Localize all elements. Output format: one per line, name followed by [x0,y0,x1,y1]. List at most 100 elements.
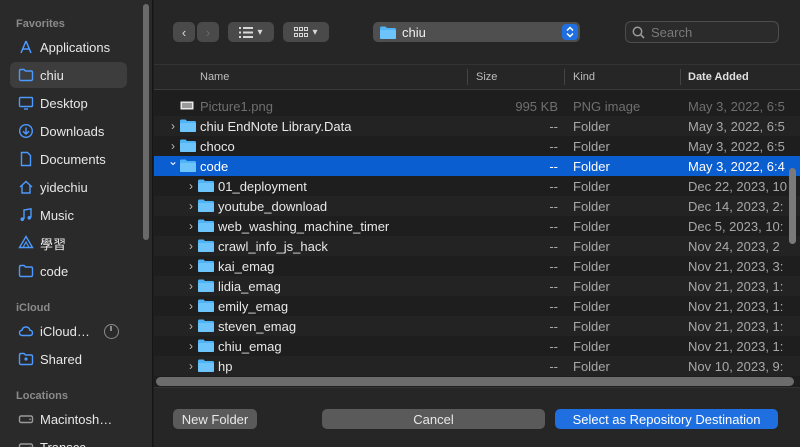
sidebar-item[interactable]: Documents [10,146,127,172]
folder-icon [198,339,214,352]
updown-chevron-icon [562,24,578,40]
file-size: -- [549,258,558,274]
disclosure-collapsed-icon[interactable]: › [185,179,197,193]
file-date-added: May 3, 2022, 6:5 [688,138,785,154]
folder-icon [198,359,214,372]
file-kind: PNG image [573,98,641,114]
column-separator[interactable] [564,69,565,85]
search-placeholder: Search [651,24,693,40]
sidebar-item-label: yidechiu [40,179,88,195]
file-row[interactable]: › 01_deployment -- Folder Dec 22, 2023, 10 [154,176,800,196]
sidebar-item[interactable]: yidechiu [10,174,127,200]
sidebar-item[interactable]: Transcc… [10,434,127,447]
folder-icon [198,299,214,312]
file-list[interactable]: Picture1.png 995 KB PNG image May 3, 2022, … [154,90,800,376]
file-date-added: May 3, 2022, 6:4 [688,158,785,174]
disclosure-collapsed-icon[interactable]: › [185,219,197,233]
list-horizontal-scrollbar[interactable] [156,377,794,386]
file-row[interactable]: › steven_emag -- Folder Nov 21, 2023, 1: [154,316,800,336]
file-row[interactable]: › chiu EndNote Library.Data -- Folder May 3,… [154,116,800,136]
file-row[interactable]: › kai_emag -- Folder Nov 21, 2023, 3: [154,256,800,276]
file-name: web_washing_machine_timer [218,218,390,234]
file-size: 995 KB [515,98,558,114]
search-field[interactable]: Search [625,21,779,43]
file-date-added: Nov 21, 2023, 1: [688,278,784,294]
disclosure-collapsed-icon[interactable]: › [185,339,197,353]
sidebar-scrollbar[interactable] [143,4,149,240]
file-row[interactable]: ⌄ code -- Folder May 3, 2022, 6:4 [154,154,800,176]
icloud-icon [17,323,34,340]
disclosure-collapsed-icon[interactable]: › [167,119,179,133]
file-date-added: Nov 24, 2023, 2 [688,238,780,254]
file-date-added: May 3, 2022, 6:5 [688,98,785,114]
file-row[interactable]: › choco -- Folder May 3, 2022, 6:5 [154,136,800,156]
sidebar-item[interactable]: iCloud… [10,318,127,344]
column-header: Name Size Kind Date Added [154,64,800,90]
disclosure-collapsed-icon[interactable]: › [185,239,197,253]
chevron-down-icon: ▾ [312,26,318,38]
icloud-section-title: iCloud [16,302,51,314]
downloads-icon [17,123,34,140]
folder-icon [198,279,214,292]
list-vertical-scrollbar[interactable] [789,168,796,244]
disclosure-collapsed-icon[interactable]: › [185,319,197,333]
file-size: -- [549,298,558,314]
chevron-down-icon: ▾ [257,26,263,38]
file-row[interactable]: › chiu_emag -- Folder Nov 21, 2023, 1: [154,336,800,356]
column-date-added[interactable]: Date Added [688,71,749,83]
disclosure-expanded-icon[interactable]: ⌄ [167,154,179,168]
file-date-added: Dec 14, 2023, 2: [688,198,784,214]
column-size[interactable]: Size [476,71,497,83]
disclosure-collapsed-icon[interactable]: › [185,199,197,213]
disclosure-collapsed-icon[interactable]: › [185,259,197,273]
file-row[interactable]: › web_washing_machine_timer -- Folder Dec 5,… [154,216,800,236]
folder-icon [198,179,214,192]
file-date-added: Nov 21, 2023, 3: [688,258,784,274]
disclosure-collapsed-icon[interactable]: › [185,299,197,313]
file-row[interactable]: › lidia_emag -- Folder Nov 21, 2023, 1: [154,276,800,296]
sidebar-item[interactable]: Macintosh… [10,406,127,432]
sidebar-item-label: Applications [40,39,111,55]
file-row[interactable]: Picture1.png 995 KB PNG image May 3, 2022, … [154,96,800,116]
select-destination-button[interactable]: Select as Repository Destination [555,409,778,429]
column-separator[interactable] [680,69,681,85]
column-separator[interactable] [467,69,468,85]
locations-section-title: Locations [16,390,68,402]
file-row[interactable]: › emily_emag -- Folder Nov 21, 2023, 1: [154,296,800,316]
disclosure-collapsed-icon[interactable]: › [185,279,197,293]
folder-icon [180,119,196,132]
sidebar-item[interactable]: Shared [10,346,127,372]
sidebar-item[interactable]: Applications [10,34,127,60]
file-kind: Folder [573,258,610,274]
file-row[interactable]: › youtube_download -- Folder Dec 14, 2023, 2… [154,196,800,216]
cancel-button[interactable]: Cancel [322,409,545,429]
sidebar-item[interactable]: chiu [10,62,127,88]
file-date-added: Nov 21, 2023, 1: [688,338,784,354]
file-kind: Folder [573,358,610,374]
sidebar-item[interactable]: Music [10,202,127,228]
file-kind: Folder [573,118,610,134]
disclosure-collapsed-icon[interactable]: › [185,359,197,373]
back-button[interactable]: ‹ [173,22,195,42]
forward-button[interactable]: › [197,22,219,42]
file-kind: Folder [573,178,610,194]
column-name[interactable]: Name [200,71,229,83]
sidebar-item[interactable]: code [10,258,127,284]
new-folder-button[interactable]: New Folder [173,409,257,429]
sidebar-item[interactable]: 學習 [10,230,127,256]
group-view-button[interactable]: ▾ [283,22,329,42]
sidebar-item[interactable]: Desktop [10,90,127,116]
file-row[interactable]: › hp -- Folder Nov 10, 2023, 9: [154,356,800,376]
sidebar-item[interactable]: Downloads [10,118,127,144]
list-view-button[interactable]: ▾ [228,22,274,42]
file-size: -- [549,338,558,354]
sync-status-icon[interactable] [104,323,119,339]
file-kind: Folder [573,318,610,334]
location-popup[interactable]: chiu [373,22,580,42]
file-name: lidia_emag [218,278,281,294]
applications-icon [17,39,34,56]
file-row[interactable]: › crawl_info_js_hack -- Folder Nov 24, 2023,… [154,236,800,256]
column-kind[interactable]: Kind [573,71,595,83]
sidebar-item-label: Shared [40,351,82,367]
disclosure-collapsed-icon[interactable]: › [167,139,179,153]
